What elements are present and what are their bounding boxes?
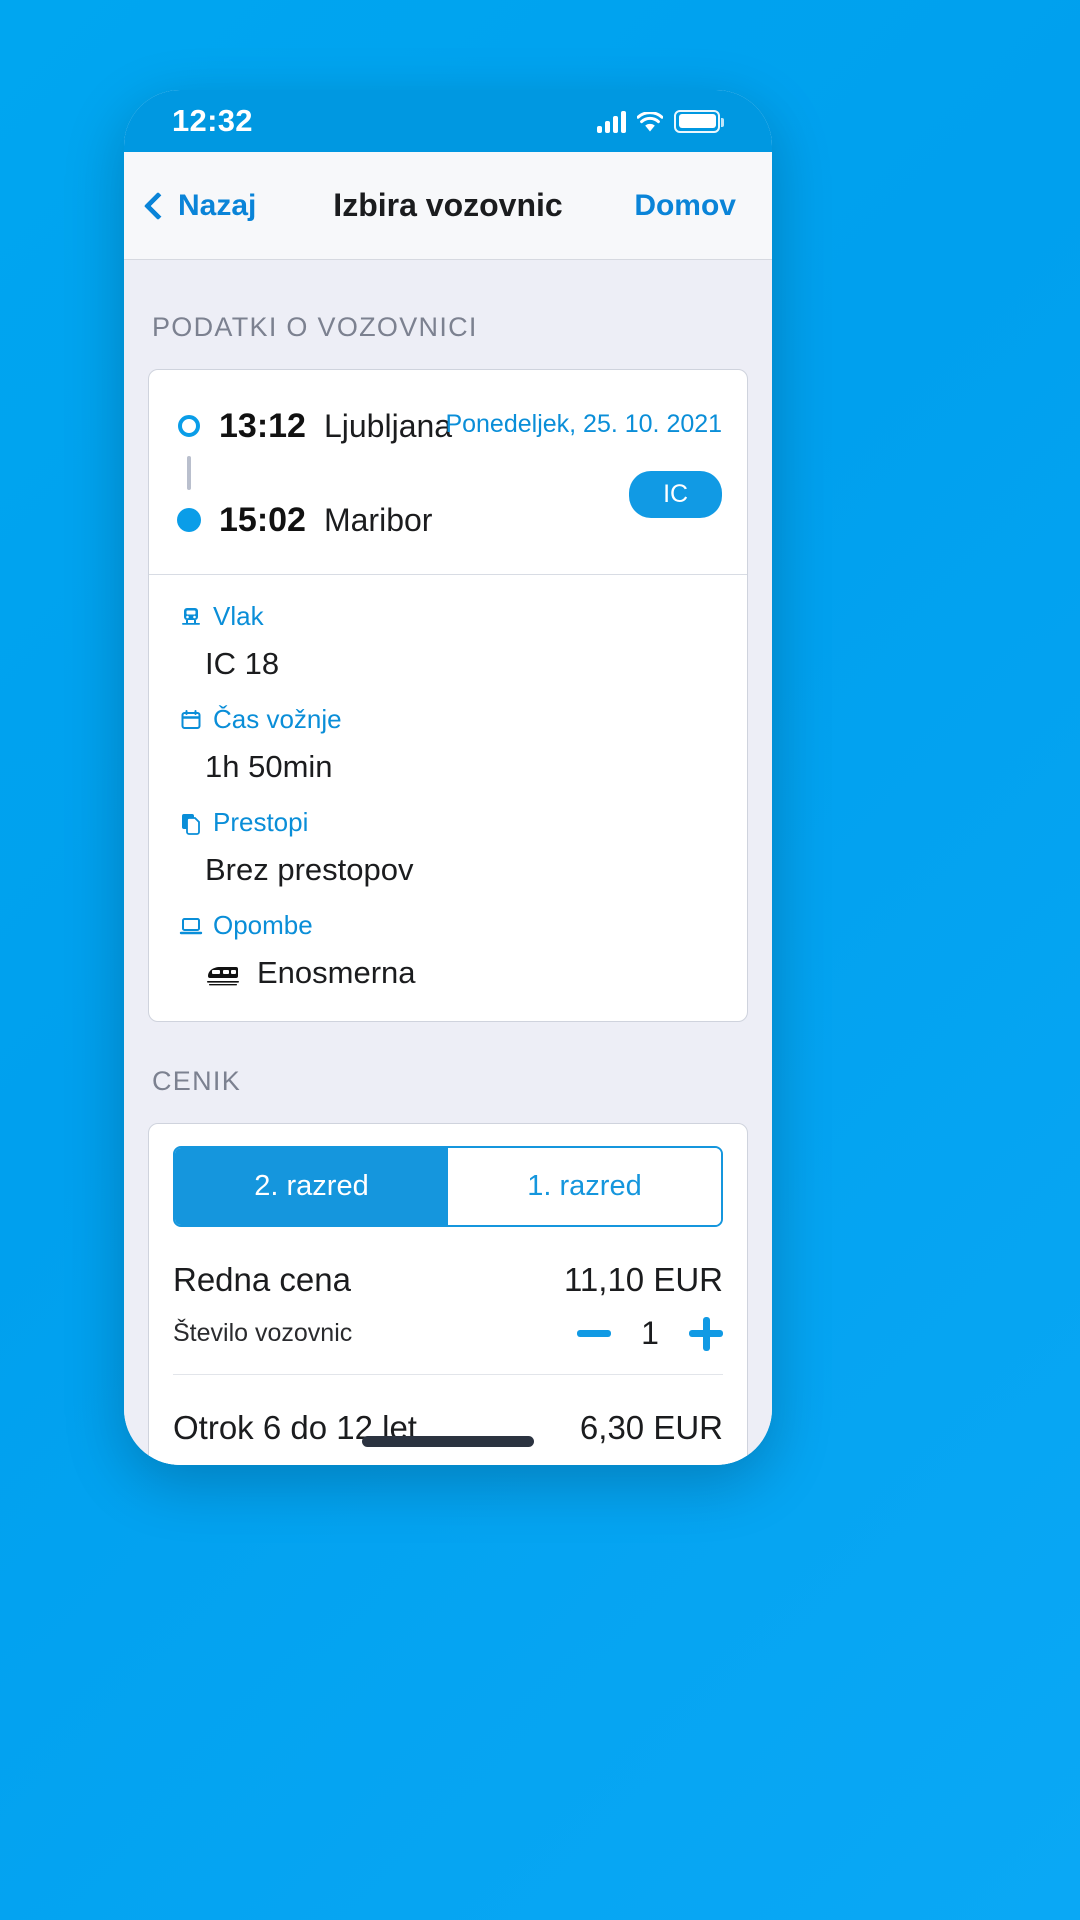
detail-label-prestopi: Prestopi — [179, 807, 717, 838]
train-side-icon — [205, 960, 241, 986]
battery-icon — [674, 109, 724, 133]
detail-label-text: Čas vožnje — [213, 704, 342, 734]
detail-value-vlak: IC 18 — [205, 646, 280, 681]
departure-place: Ljubljana — [323, 407, 453, 444]
scroll-content[interactable]: PODATKI O VOZOVNICI 13:12 Ljubljana 15:0… — [124, 260, 772, 1465]
back-button-label: Nazaj — [178, 188, 257, 222]
arrival-stop: 15:02 Maribor — [177, 492, 452, 548]
quantity-value: 0 — [637, 1463, 663, 1465]
pricing-card: 2. razred 1. razred Redna cena 11,10 EUR… — [148, 1123, 748, 1465]
ticket-info-section-title: PODATKI O VOZOVNICI — [152, 312, 478, 342]
decrement-button[interactable] — [577, 1330, 611, 1337]
fare-row-regular: Redna cena 11,10 EUR — [173, 1227, 723, 1299]
status-bar-clock: 12:32 — [172, 103, 253, 138]
ticket-info-card: 13:12 Ljubljana 15:02 Maribor Ponedeljek… — [148, 369, 748, 1022]
quantity-stepper: 1 — [577, 1315, 723, 1352]
class-tab-group: 2. razred 1. razred — [173, 1146, 723, 1227]
fare-amount: 11,10 EUR — [564, 1261, 723, 1298]
train-type-badge: IC — [629, 471, 723, 518]
arrival-time: 15:02 — [219, 500, 306, 539]
increment-button[interactable] — [689, 1316, 723, 1351]
fare-list: Redna cena 11,10 EUR Število vozovnic 1 … — [149, 1227, 747, 1465]
transfer-icon — [179, 811, 203, 835]
detail-label-cas-voznje: Čas vožnje — [179, 704, 717, 735]
detail-label-text: Opombe — [213, 910, 313, 940]
chevron-left-icon — [143, 191, 173, 220]
pricing-section-title: CENIK — [152, 1066, 242, 1096]
departure-marker — [177, 415, 201, 437]
fare-qty-regular: Število vozovnic 1 — [173, 1299, 723, 1374]
circle-outline-icon — [178, 415, 200, 437]
increment-button[interactable] — [689, 1464, 723, 1465]
phone-frame: 12:32 Nazaj Izbira vozovnic Domov PODATK… — [124, 90, 772, 1465]
wifi-icon — [637, 111, 663, 133]
quantity-value: 1 — [641, 1315, 659, 1351]
detail-value-cas-voznje: 1h 50min — [205, 749, 333, 784]
fare-name: Redna cena — [173, 1261, 351, 1298]
departure-stop: 13:12 Ljubljana — [177, 398, 452, 454]
circle-filled-icon — [177, 508, 201, 532]
note-icon — [179, 914, 203, 938]
tab-1st-class[interactable]: 1. razred — [448, 1148, 721, 1225]
quantity-stepper: 0 — [577, 1463, 723, 1465]
route-stops: 13:12 Ljubljana 15:02 Maribor — [177, 398, 452, 548]
train-icon — [179, 605, 203, 629]
home-indicator — [362, 1436, 534, 1447]
status-bar: 12:32 — [124, 90, 772, 152]
fare-amount: 6,30 EUR — [579, 1409, 723, 1446]
tab-2nd-class[interactable]: 2. razred — [175, 1148, 448, 1225]
journey-details: Vlak IC 18 Čas vožnje 1h 50min Prestopi … — [149, 575, 747, 1021]
back-button[interactable]: Nazaj — [143, 188, 257, 223]
fare-qty-label: Število vozovnic — [173, 1319, 353, 1347]
departure-time: 13:12 — [219, 406, 306, 445]
status-bar-icons — [597, 109, 724, 133]
arrival-marker — [177, 508, 201, 532]
route-line — [187, 456, 191, 490]
signal-bars-icon — [597, 110, 626, 133]
journey-summary: 13:12 Ljubljana 15:02 Maribor Ponedeljek… — [149, 370, 747, 574]
navigation-bar: Nazaj Izbira vozovnic Domov — [124, 152, 772, 260]
arrival-place: Maribor — [323, 501, 433, 538]
detail-label-text: Prestopi — [213, 807, 309, 837]
detail-label-vlak: Vlak — [179, 601, 717, 632]
calendar-icon — [179, 708, 203, 732]
journey-date: Ponedeljek, 25. 10. 2021 — [445, 410, 723, 438]
detail-value-opombe: Enosmerna — [179, 941, 717, 991]
detail-label-text: Vlak — [213, 601, 264, 631]
home-button[interactable]: Domov — [634, 189, 736, 223]
detail-value-prestopi: Brez prestopov — [205, 852, 414, 887]
detail-label-opombe: Opombe — [179, 910, 717, 941]
journey-meta: Ponedeljek, 25. 10. 2021 IC — [445, 398, 723, 548]
fare-qty-child-6-12: Število vozovnic 0 — [173, 1447, 723, 1465]
